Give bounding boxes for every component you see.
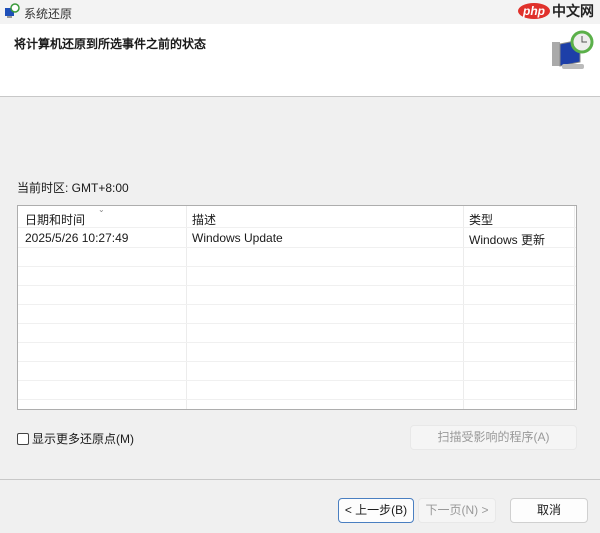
scan-affected-programs-button[interactable]: 扫描受影响的程序(A) (410, 425, 577, 450)
column-header-date[interactable]: 日期和时间 (25, 211, 85, 228)
cell-type: Windows 更新 (469, 233, 546, 247)
system-restore-icon (552, 30, 594, 69)
page-title: 将计算机还原到所选事件之前的状态 (14, 37, 207, 51)
column-header-description[interactable]: 描述 (192, 211, 216, 228)
empty-row (18, 267, 576, 286)
window-title: 系统还原 (24, 7, 73, 21)
empty-row (18, 248, 576, 267)
watermark-logo: php 中文网 (518, 1, 594, 21)
empty-row (18, 324, 576, 343)
column-header-type[interactable]: 类型 (469, 211, 493, 228)
empty-row (18, 362, 576, 381)
title-bar: 系统还原 php 中文网 (0, 0, 600, 24)
cell-description: Windows Update (192, 231, 283, 245)
back-button[interactable]: < 上一步(B) (338, 498, 414, 523)
cell-date: 2025/5/26 10:27:49 (25, 231, 129, 245)
empty-row (18, 305, 576, 324)
empty-row (18, 286, 576, 305)
checkbox-box[interactable] (17, 432, 29, 445)
show-more-label: 显示更多还原点(M) (32, 432, 134, 446)
cancel-button[interactable]: 取消 (510, 498, 588, 523)
restore-points-table: ⌄ 日期和时间 描述 类型 2025/5/26 10:27:49 Windows… (17, 205, 577, 410)
timezone-label: 当前时区: GMT+8:00 (17, 181, 129, 195)
empty-row (18, 343, 576, 362)
sort-chevron-icon: ⌄ (98, 205, 105, 214)
show-more-checkbox[interactable]: 显示更多还原点(M) (17, 430, 134, 447)
next-button[interactable]: 下一页(N) > (418, 498, 496, 523)
header-panel: 将计算机还原到所选事件之前的状态 (0, 24, 600, 97)
table-header: ⌄ 日期和时间 描述 类型 (18, 206, 576, 228)
divider (0, 479, 600, 480)
empty-row (18, 381, 576, 400)
table-row[interactable]: 2025/5/26 10:27:49 Windows Update Window… (18, 228, 576, 248)
system-restore-icon (5, 3, 20, 18)
